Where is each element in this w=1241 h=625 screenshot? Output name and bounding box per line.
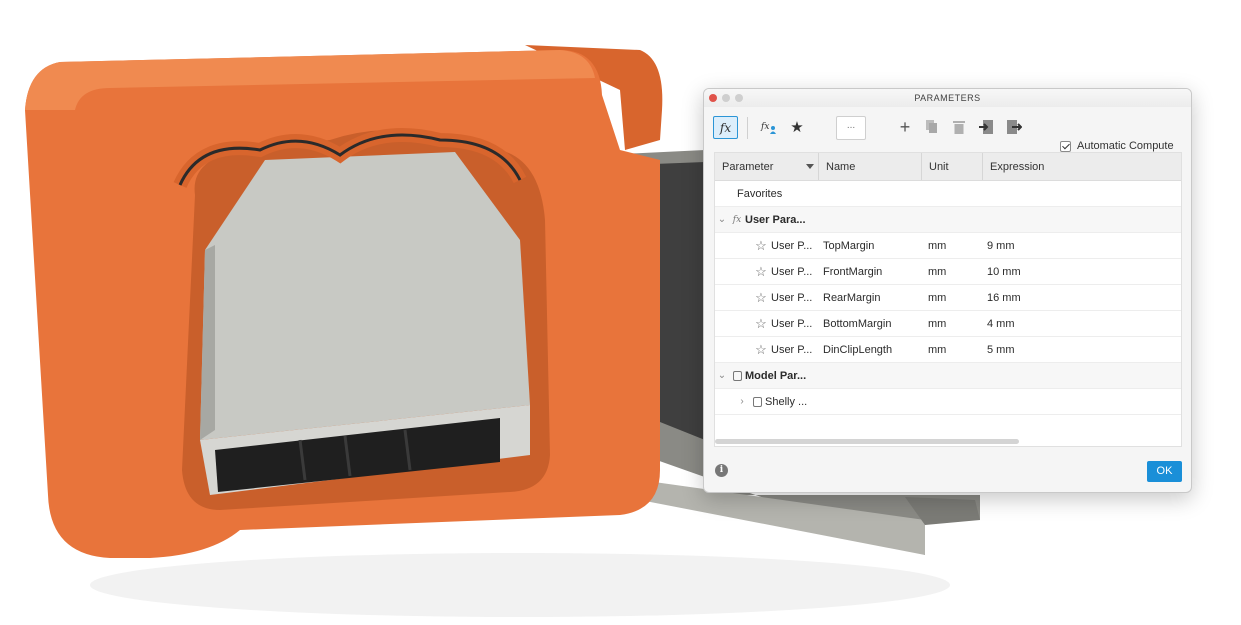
maximize-window-button[interactable] <box>735 94 743 102</box>
svg-text:fx: fx <box>760 122 769 132</box>
favorite-star-icon[interactable]: ☆ <box>751 290 771 306</box>
favorites-label: Favorites <box>737 187 783 200</box>
component-icon <box>749 396 765 407</box>
name-cell[interactable]: BottomMargin <box>819 318 922 330</box>
copy-icon[interactable] <box>923 117 941 137</box>
user-parameters-group[interactable]: ⌄ fx User Para... <box>715 207 1181 233</box>
enclosure-model <box>25 45 663 558</box>
model-parameters-group[interactable]: ⌄ Model Par... <box>715 363 1181 389</box>
parameters-table: Parameter Name Unit Expression Favorites… <box>714 152 1182 447</box>
favorite-star-icon[interactable]: ☆ <box>751 342 771 358</box>
model-parameters-icon <box>729 370 745 381</box>
unit-cell[interactable]: mm <box>922 240 983 252</box>
user-parameters-fx-icon: fx <box>732 214 742 225</box>
table-row[interactable]: ☆ User P... BottomMargin mm 4 mm <box>715 311 1181 337</box>
expression-cell[interactable]: 10 mm <box>983 266 1181 278</box>
expression-cell[interactable]: 16 mm <box>983 292 1181 304</box>
horizontal-scrollbar[interactable] <box>715 439 1019 444</box>
table-row[interactable]: ☆ User P... RearMargin mm 16 mm <box>715 285 1181 311</box>
search-input[interactable]: ... <box>836 116 866 140</box>
column-header-expression[interactable]: Expression <box>983 153 1181 180</box>
export-icon[interactable] <box>1005 117 1023 137</box>
user-parameters-label: User Para... <box>745 213 806 226</box>
sort-caret-icon[interactable] <box>806 164 814 169</box>
parameters-toolbar: fx fx ★ + Automatic Compute <box>704 107 1191 152</box>
unit-cell[interactable]: mm <box>922 344 983 356</box>
model-parameters-label: Model Par... <box>745 369 807 382</box>
model-child-label: Shelly ... <box>765 395 808 408</box>
column-header-parameter[interactable]: Parameter <box>715 153 819 180</box>
parameter-cell: ☆ User P... <box>715 316 819 332</box>
window-controls <box>709 94 743 102</box>
toolbar-divider <box>747 117 748 139</box>
favorite-star-icon[interactable]: ☆ <box>751 238 771 254</box>
add-icon[interactable]: + <box>896 117 914 137</box>
parameter-cell: ☆ User P... <box>715 238 819 254</box>
unit-cell[interactable]: mm <box>922 292 983 304</box>
ok-button[interactable]: OK <box>1147 461 1182 482</box>
dialog-titlebar[interactable]: PARAMETERS <box>704 89 1191 107</box>
user-parameter-rows: ☆ User P... TopMargin mm 9 mm ☆ User P... Front… <box>715 233 1181 363</box>
collapse-chevron-icon[interactable]: ⌄ <box>715 370 729 381</box>
dialog-title: PARAMETERS <box>914 93 981 103</box>
info-icon[interactable]: i <box>715 464 728 477</box>
user-fx-icon[interactable]: fx <box>759 117 779 137</box>
automatic-compute-checkbox[interactable] <box>1060 140 1071 152</box>
minimize-window-button[interactable] <box>722 94 730 102</box>
name-cell[interactable]: FrontMargin <box>819 266 922 278</box>
table-header: Parameter Name Unit Expression <box>715 153 1181 181</box>
expression-cell[interactable]: 5 mm <box>983 344 1181 356</box>
automatic-compute-label: Automatic Compute <box>1077 140 1174 152</box>
model-child-row[interactable]: › Shelly ... <box>715 389 1181 415</box>
fx-all-icon[interactable]: fx <box>713 116 738 139</box>
favorite-star-icon[interactable]: ☆ <box>751 316 771 332</box>
name-cell[interactable]: RearMargin <box>819 292 922 304</box>
close-window-button[interactable] <box>709 94 717 102</box>
favorites-row[interactable]: Favorites <box>715 181 1181 207</box>
collapse-chevron-icon[interactable]: ⌄ <box>715 214 729 225</box>
automatic-compute-toggle[interactable]: Automatic Compute <box>1060 140 1174 152</box>
column-header-unit[interactable]: Unit <box>922 153 983 180</box>
table-row[interactable]: ☆ User P... DinClipLength mm 5 mm <box>715 337 1181 363</box>
floor-shadow <box>90 553 950 617</box>
parameter-cell: ☆ User P... <box>715 342 819 358</box>
name-cell[interactable]: DinClipLength <box>819 344 922 356</box>
unit-cell[interactable]: mm <box>922 266 983 278</box>
unit-cell[interactable]: mm <box>922 318 983 330</box>
name-cell[interactable]: TopMargin <box>819 240 922 252</box>
table-row[interactable]: ☆ User P... FrontMargin mm 10 mm <box>715 259 1181 285</box>
expression-cell[interactable]: 4 mm <box>983 318 1181 330</box>
table-row[interactable]: ☆ User P... TopMargin mm 9 mm <box>715 233 1181 259</box>
favorites-star-icon[interactable]: ★ <box>787 117 807 137</box>
import-icon[interactable] <box>977 117 995 137</box>
parameter-cell: ☆ User P... <box>715 264 819 280</box>
expand-chevron-icon[interactable]: › <box>735 396 749 407</box>
favorite-star-icon[interactable]: ☆ <box>751 264 771 280</box>
parameters-dialog: PARAMETERS fx fx ★ + Automatic Compute .… <box>703 88 1192 493</box>
parameter-cell: ☆ User P... <box>715 290 819 306</box>
column-header-name[interactable]: Name <box>819 153 922 180</box>
delete-icon[interactable] <box>950 117 968 137</box>
expression-cell[interactable]: 9 mm <box>983 240 1181 252</box>
